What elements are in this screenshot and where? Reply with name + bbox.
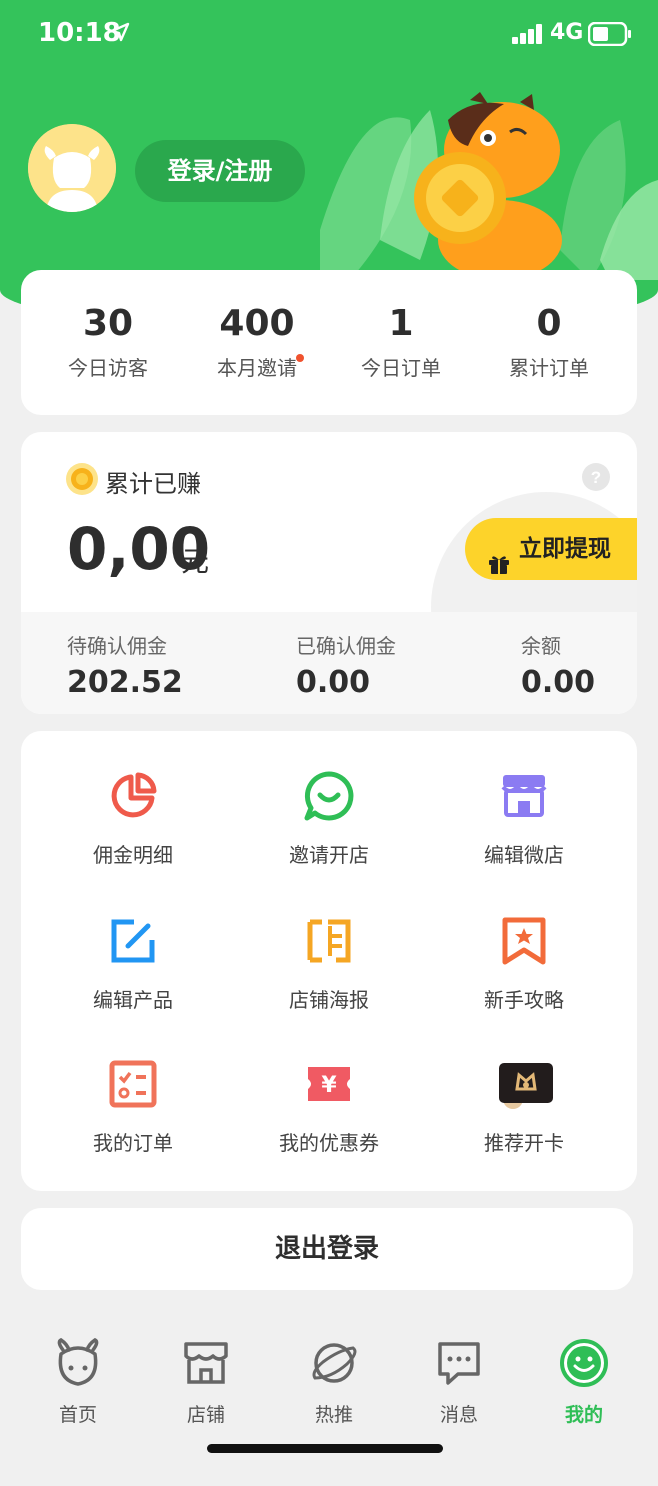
- gift-icon: [487, 538, 511, 600]
- stat-value: 0: [536, 303, 562, 344]
- svg-text:?: ?: [591, 468, 601, 487]
- feature-my-coupons[interactable]: ¥ 我的优惠券: [234, 1059, 424, 1189]
- poster-icon: [304, 916, 354, 966]
- edit-icon: [108, 916, 158, 966]
- mascot-illustration: [320, 90, 658, 280]
- feature-label: 我的订单: [93, 1131, 173, 1155]
- stats-card: 30 今日访客 400 本月邀请 1 今日订单 0 累计订单: [21, 270, 637, 415]
- stat-value: 400: [219, 303, 295, 344]
- tab-label: 店铺: [186, 1404, 225, 1426]
- coupon-icon: ¥: [304, 1059, 354, 1109]
- planet-icon: [309, 1338, 359, 1388]
- balance: 余额 0.00: [521, 630, 637, 700]
- pie-chart-icon: [108, 771, 158, 821]
- feature-label: 我的优惠券: [279, 1131, 379, 1155]
- chat-bubble-icon: [304, 771, 354, 821]
- withdraw-button[interactable]: 立即提现: [465, 518, 637, 580]
- feature-label: 编辑产品: [93, 988, 173, 1012]
- stat-label: 本月邀请: [217, 352, 304, 381]
- earnings-unit: 元: [181, 545, 210, 578]
- pending-label: 待确认佣金: [67, 634, 167, 658]
- balance-value: 0.00: [521, 665, 596, 700]
- tab-store[interactable]: 店铺: [156, 1338, 256, 1428]
- login-register-button[interactable]: 登录/注册: [135, 140, 305, 202]
- stat-visitors[interactable]: 30 今日访客: [33, 300, 183, 381]
- stat-label: 今日订单: [361, 356, 441, 380]
- stat-total-orders[interactable]: 0 累计订单: [474, 300, 624, 381]
- feature-label: 编辑微店: [484, 843, 564, 867]
- feature-label: 佣金明细: [93, 843, 173, 867]
- confirmed-value: 0.00: [296, 665, 371, 700]
- svg-text:¥: ¥: [321, 1073, 337, 1098]
- tab-hot[interactable]: 热推: [284, 1338, 384, 1428]
- smile-icon: [559, 1338, 609, 1388]
- stat-value: 1: [388, 303, 414, 344]
- status-time: 10:18: [38, 18, 121, 48]
- tab-me[interactable]: 我的: [534, 1338, 634, 1428]
- network-label: 4G: [550, 20, 584, 45]
- pending-commission: 待确认佣金 202.52: [67, 630, 267, 700]
- stat-invites[interactable]: 400 本月邀请: [182, 300, 332, 381]
- stat-label: 今日访客: [68, 356, 148, 380]
- stat-label-text: 本月邀请: [217, 356, 297, 380]
- feature-beginner-guide[interactable]: 新手攻略: [429, 916, 619, 1046]
- feature-recommend-card[interactable]: 推荐开卡: [429, 1059, 619, 1189]
- feature-edit-store[interactable]: 编辑微店: [429, 771, 619, 901]
- help-icon[interactable]: ?: [581, 462, 611, 496]
- bookmark-star-icon: [499, 916, 549, 966]
- feature-invite-store[interactable]: 邀请开店: [234, 771, 424, 901]
- tab-label: 我的: [564, 1404, 603, 1426]
- earnings-card: 累计已赚 ? 0,00 元 立即提现 待确认佣金 202.52 已确认佣金 0.…: [21, 432, 637, 714]
- store-icon: [499, 771, 549, 821]
- message-icon: [434, 1338, 484, 1388]
- tab-label: 消息: [439, 1404, 478, 1426]
- feature-grid: 佣金明细 邀请开店 编辑微店 编辑产品 店铺海报 新手攻略 我的订单 ¥ 我的优…: [21, 731, 637, 1191]
- logout-button[interactable]: 退出登录: [21, 1208, 633, 1290]
- signal-icon: [512, 24, 544, 48]
- tab-home[interactable]: 首页: [28, 1337, 128, 1428]
- confirmed-label: 已确认佣金: [296, 634, 396, 658]
- feature-store-poster[interactable]: 店铺海报: [234, 916, 424, 1046]
- withdraw-label: 立即提现: [519, 536, 611, 562]
- coin-icon: [65, 462, 99, 500]
- cow-icon: [53, 1337, 103, 1388]
- stat-label: 累计订单: [509, 356, 589, 380]
- notification-dot: [296, 354, 304, 362]
- home-indicator: [207, 1444, 443, 1453]
- tab-label: 首页: [58, 1404, 97, 1426]
- stat-value: 30: [82, 303, 134, 344]
- feature-my-orders[interactable]: 我的订单: [38, 1059, 228, 1189]
- status-bar: 10:18 4G: [0, 0, 658, 70]
- avatar[interactable]: [28, 124, 116, 212]
- tab-messages[interactable]: 消息: [409, 1338, 509, 1428]
- location-arrow-icon: [110, 22, 130, 46]
- balance-label: 余额: [521, 634, 561, 658]
- card-icon: [499, 1059, 553, 1109]
- battery-icon: [587, 21, 632, 50]
- feature-label: 新手攻略: [484, 988, 564, 1012]
- cow-avatar-icon: [28, 124, 116, 212]
- tab-label: 热推: [314, 1404, 353, 1426]
- feature-commission-detail[interactable]: 佣金明细: [38, 771, 228, 901]
- shop-icon: [181, 1338, 231, 1388]
- earnings-title: 累计已赚: [105, 470, 201, 498]
- checklist-icon: [108, 1059, 158, 1109]
- feature-edit-product[interactable]: 编辑产品: [38, 916, 228, 1046]
- pending-value: 202.52: [67, 665, 183, 700]
- feature-label: 店铺海报: [289, 988, 369, 1012]
- feature-label: 推荐开卡: [484, 1131, 564, 1155]
- feature-label: 邀请开店: [289, 843, 369, 867]
- bottom-tab-bar: 首页 店铺 热推 消息 我的: [0, 1320, 658, 1486]
- confirmed-commission: 已确认佣金 0.00: [296, 630, 496, 700]
- stat-today-orders[interactable]: 1 今日订单: [326, 300, 476, 381]
